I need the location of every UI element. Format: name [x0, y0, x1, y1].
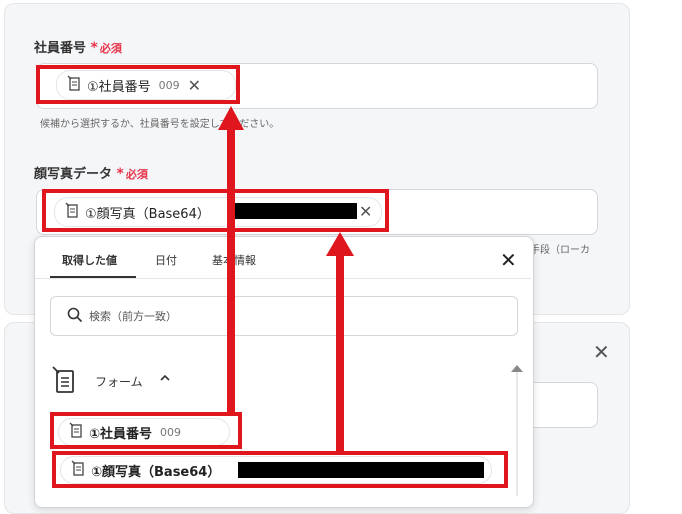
arrow-head-right	[326, 232, 354, 256]
arrow-shaft-left	[227, 125, 235, 413]
arrow-head-left	[218, 106, 244, 130]
arrow-shaft-right	[336, 252, 344, 452]
annotation-arrows	[218, 106, 354, 452]
